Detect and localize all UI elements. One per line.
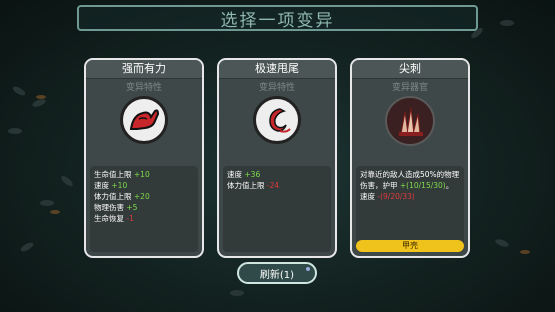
- mutation-card-3[interactable]: 尖刺 变异器官 对靠近的敌人造成50%的物理 伤害，护甲 +(10/15/30)…: [350, 58, 470, 258]
- card-subtitle: 变异特性: [258, 83, 295, 93]
- background-fish: [500, 20, 514, 26]
- refresh-label: 刷新(1): [259, 269, 295, 281]
- card-stats: 速度 +36 体力值上限 -24: [223, 166, 331, 252]
- mutation-card-1[interactable]: 强而有力 变异特性 生命值上限 +10 速度 +10 体力值上限 +20 物理伤…: [84, 58, 204, 258]
- card-title: 强而有力: [86, 60, 202, 79]
- card-tag: 甲壳: [356, 240, 464, 252]
- background-fish: [40, 200, 54, 206]
- card-stats: 生命值上限 +10 速度 +10 体力值上限 +20 物理伤害 +5 生命恢复 …: [90, 166, 198, 252]
- stat-row: 物理伤害 +5: [94, 203, 138, 212]
- background-fish: [50, 210, 60, 214]
- stat-row: 生命值上限 +10: [94, 170, 150, 179]
- stat-row: 伤害，护甲 +(10/15/30)。: [360, 181, 454, 190]
- stat-row: 速度 -(9/20/33): [360, 192, 415, 201]
- refresh-button[interactable]: 刷新(1): [237, 262, 317, 284]
- stat-row: 生命恢复 -1: [94, 214, 134, 223]
- stat-row: 速度 +10: [94, 181, 128, 190]
- stat-row: 对靠近的敌人造成50%的物理: [360, 170, 460, 179]
- flexing-arm-icon: [120, 96, 168, 144]
- card-subtitle: 变异特性: [125, 83, 162, 93]
- tail-swish-icon: [253, 96, 301, 144]
- background-fish: [230, 290, 244, 296]
- stat-row: 速度 +36: [227, 170, 261, 179]
- card-title: 尖刺: [352, 60, 468, 79]
- background-fish: [520, 250, 530, 254]
- card-subtitle: 变异器官: [391, 83, 428, 93]
- refresh-sparkle-icon: [306, 267, 310, 271]
- page-title: 选择一项变异: [220, 10, 335, 31]
- mutation-card-2[interactable]: 极速甩尾 变异特性 速度 +36 体力值上限 -24: [217, 58, 337, 258]
- spikes-icon: [385, 96, 435, 146]
- card-title: 极速甩尾: [219, 60, 335, 79]
- title-bar: 选择一项变异: [77, 5, 478, 31]
- background-fish: [8, 128, 22, 134]
- background-fish: [36, 95, 46, 99]
- stat-row: 体力值上限 +20: [94, 192, 150, 201]
- stat-row: 体力值上限 -24: [227, 181, 280, 190]
